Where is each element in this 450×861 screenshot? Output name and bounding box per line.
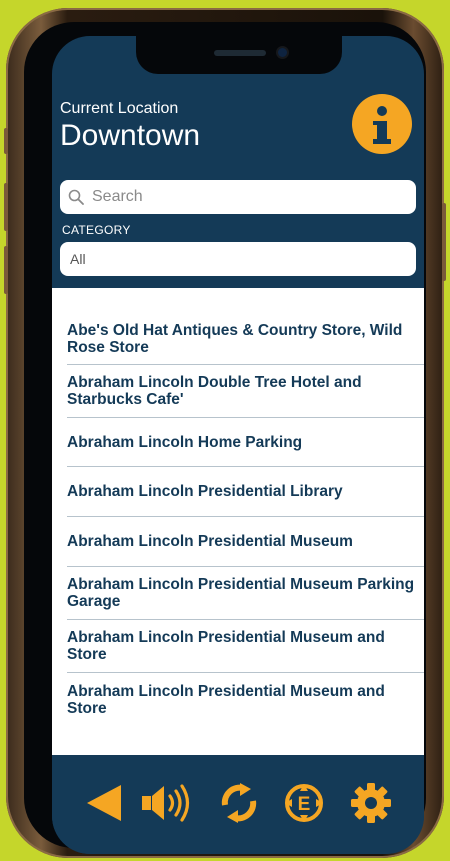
app-screen: Current Location Downtown CATEGORY All A…	[52, 36, 424, 854]
earpiece-speaker	[214, 50, 266, 56]
list-item-label: Abraham Lincoln Presidential Museum and …	[67, 629, 385, 663]
list-item[interactable]: Abraham Lincoln Presidential Museum Park…	[67, 567, 424, 620]
current-location-name: Downtown	[60, 119, 201, 152]
list-item[interactable]: Abraham Lincoln Home Parking	[67, 418, 424, 467]
search-bar[interactable]	[60, 180, 416, 214]
list-item-label: Abraham Lincoln Presidential Library	[67, 483, 343, 500]
list-item-label: Abraham Lincoln Home Parking	[67, 433, 303, 451]
list-item[interactable]: Abraham Lincoln Presidential Museum	[67, 517, 424, 567]
bottom-toolbar: E	[52, 755, 424, 854]
info-icon[interactable]	[352, 94, 412, 154]
search-input[interactable]	[90, 187, 394, 207]
list-item[interactable]: Abraham Lincoln Double Tree Hotel and St…	[67, 365, 424, 418]
phone-notch	[136, 36, 342, 74]
volume-down-button	[4, 246, 8, 294]
refresh-icon[interactable]	[218, 783, 260, 823]
list-item[interactable]: Abraham Lincoln Presidential Museum and …	[67, 673, 424, 726]
list-item[interactable]: Abe's Old Hat Antiques & Country Store, …	[67, 314, 424, 365]
power-button	[442, 203, 446, 281]
back-arrow-icon[interactable]	[85, 783, 123, 823]
front-camera	[278, 48, 287, 57]
list-item[interactable]: Abraham Lincoln Presidential Library	[67, 467, 424, 517]
silent-switch	[4, 128, 8, 154]
list-item-label: Abraham Lincoln Presidential Museum and …	[67, 682, 385, 717]
list-item-label: Abraham Lincoln Presidential Museum	[67, 533, 353, 550]
speaker-icon[interactable]	[138, 783, 198, 823]
phone-frame: Current Location Downtown CATEGORY All A…	[4, 8, 446, 858]
places-list: Abe's Old Hat Antiques & Country Store, …	[52, 288, 424, 755]
category-label: CATEGORY	[62, 223, 131, 237]
list-item-label: Abe's Old Hat Antiques & Country Store, …	[67, 322, 403, 356]
current-location-label: Current Location	[60, 100, 179, 117]
explore-icon[interactable]: E	[283, 783, 325, 823]
volume-up-button	[4, 183, 8, 231]
search-icon	[68, 189, 84, 205]
category-select[interactable]: All	[60, 242, 416, 276]
list-item-label: Abraham Lincoln Double Tree Hotel and St…	[67, 374, 362, 408]
settings-icon[interactable]	[350, 783, 392, 823]
list-item[interactable]: Abraham Lincoln Presidential Museum and …	[67, 620, 424, 673]
svg-text:E: E	[298, 794, 311, 815]
list-item-label: Abraham Lincoln Presidential Museum Park…	[67, 576, 415, 610]
